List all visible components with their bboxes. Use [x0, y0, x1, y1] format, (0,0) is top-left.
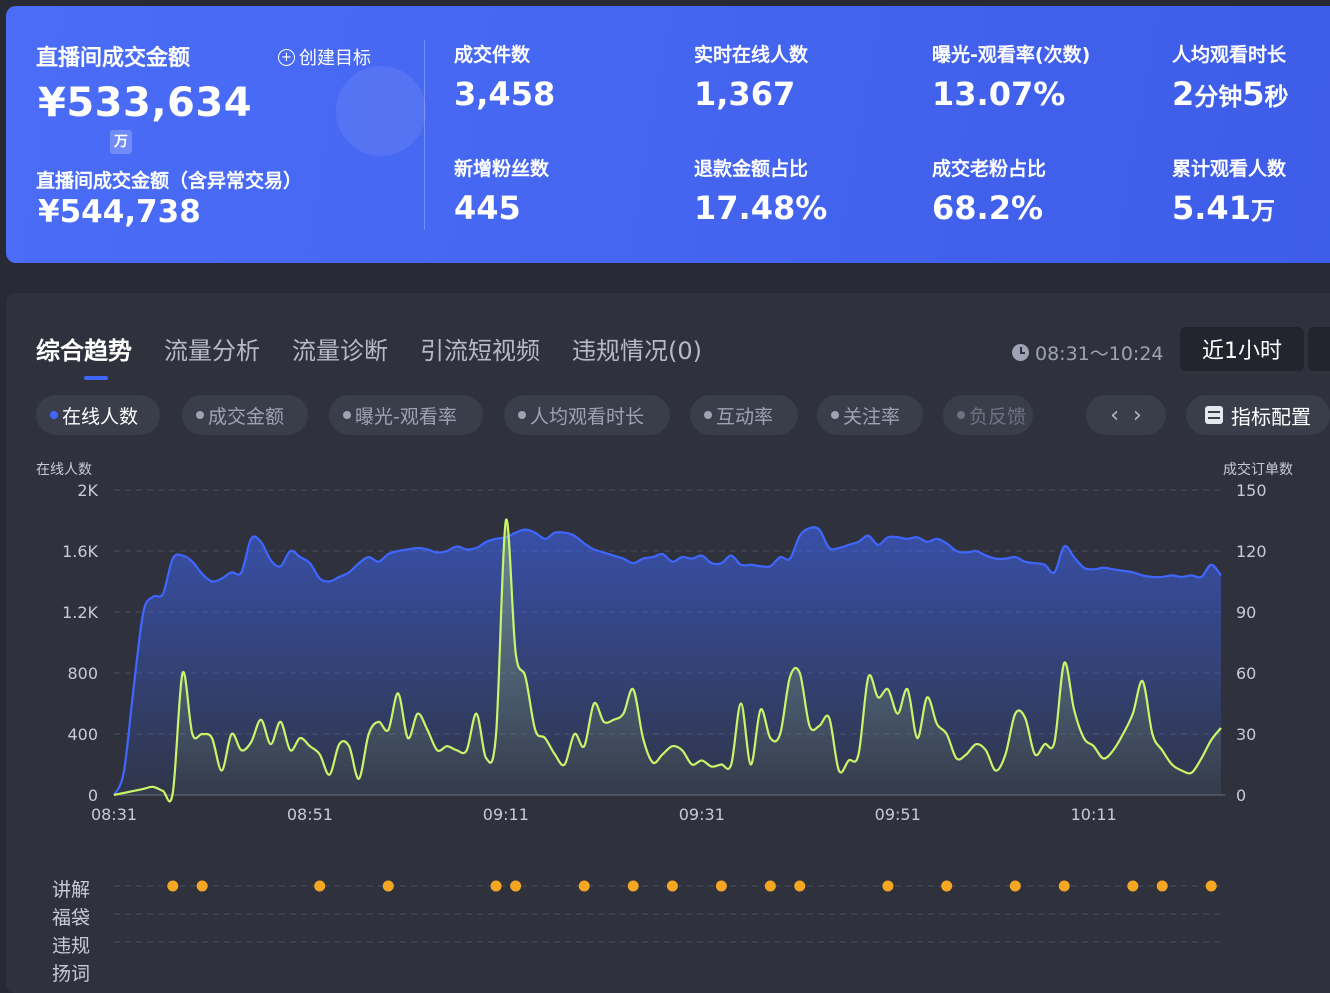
- explain-event-dot[interactable]: [578, 880, 590, 892]
- left-tick-label: 400: [67, 725, 98, 744]
- explain-event-dot[interactable]: [882, 880, 894, 892]
- x-tick-label: 10:11: [1071, 805, 1117, 824]
- explain-event-dot[interactable]: [941, 880, 953, 892]
- x-tick-label: 09:51: [875, 805, 921, 824]
- explain-event-dot[interactable]: [167, 880, 179, 892]
- x-tick-label: 08:51: [287, 805, 333, 824]
- left-tick-label: 0: [88, 786, 98, 805]
- explain-event-dot[interactable]: [382, 880, 394, 892]
- explain-event-dot[interactable]: [1009, 880, 1021, 892]
- right-tick-label: 90: [1236, 603, 1256, 622]
- explain-event-dot[interactable]: [666, 880, 678, 892]
- explain-event-dot[interactable]: [715, 880, 727, 892]
- explain-event-dot[interactable]: [1156, 880, 1168, 892]
- explain-event-dot[interactable]: [1205, 880, 1217, 892]
- left-tick-label: 800: [67, 664, 98, 683]
- right-tick-label: 120: [1236, 542, 1267, 561]
- event-label-lucky-bag: 福袋: [52, 907, 91, 929]
- explain-event-dot[interactable]: [314, 880, 326, 892]
- explain-event-dot[interactable]: [794, 880, 806, 892]
- right-tick-label: 150: [1236, 481, 1267, 500]
- x-tick-label: 08:31: [91, 805, 137, 824]
- x-tick-label: 09:11: [483, 805, 529, 824]
- explain-event-dot[interactable]: [490, 880, 502, 892]
- event-label-explain: 讲解: [52, 879, 91, 901]
- explain-event-dot[interactable]: [764, 880, 776, 892]
- explain-event-dot[interactable]: [627, 880, 639, 892]
- left-tick-label: 2K: [77, 481, 98, 500]
- right-tick-label: 60: [1236, 664, 1256, 683]
- trend-chart[interactable]: 0 0 400 30 800 60 1.2K 90 1.6K 120 2K 150 08:31 08:51…: [0, 0, 1330, 971]
- right-tick-label: 0: [1236, 786, 1246, 805]
- left-tick-label: 1.6K: [62, 542, 98, 561]
- event-label-violation: 违规: [52, 935, 91, 957]
- explain-event-dot[interactable]: [510, 880, 522, 892]
- left-tick-label: 1.2K: [62, 603, 98, 622]
- right-tick-label: 30: [1236, 725, 1256, 744]
- event-label-keyword: 扬词: [52, 963, 91, 985]
- explain-event-dot[interactable]: [196, 880, 208, 892]
- explain-event-dot[interactable]: [1058, 880, 1070, 892]
- explain-event-dot[interactable]: [1127, 880, 1139, 892]
- x-tick-label: 09:31: [679, 805, 725, 824]
